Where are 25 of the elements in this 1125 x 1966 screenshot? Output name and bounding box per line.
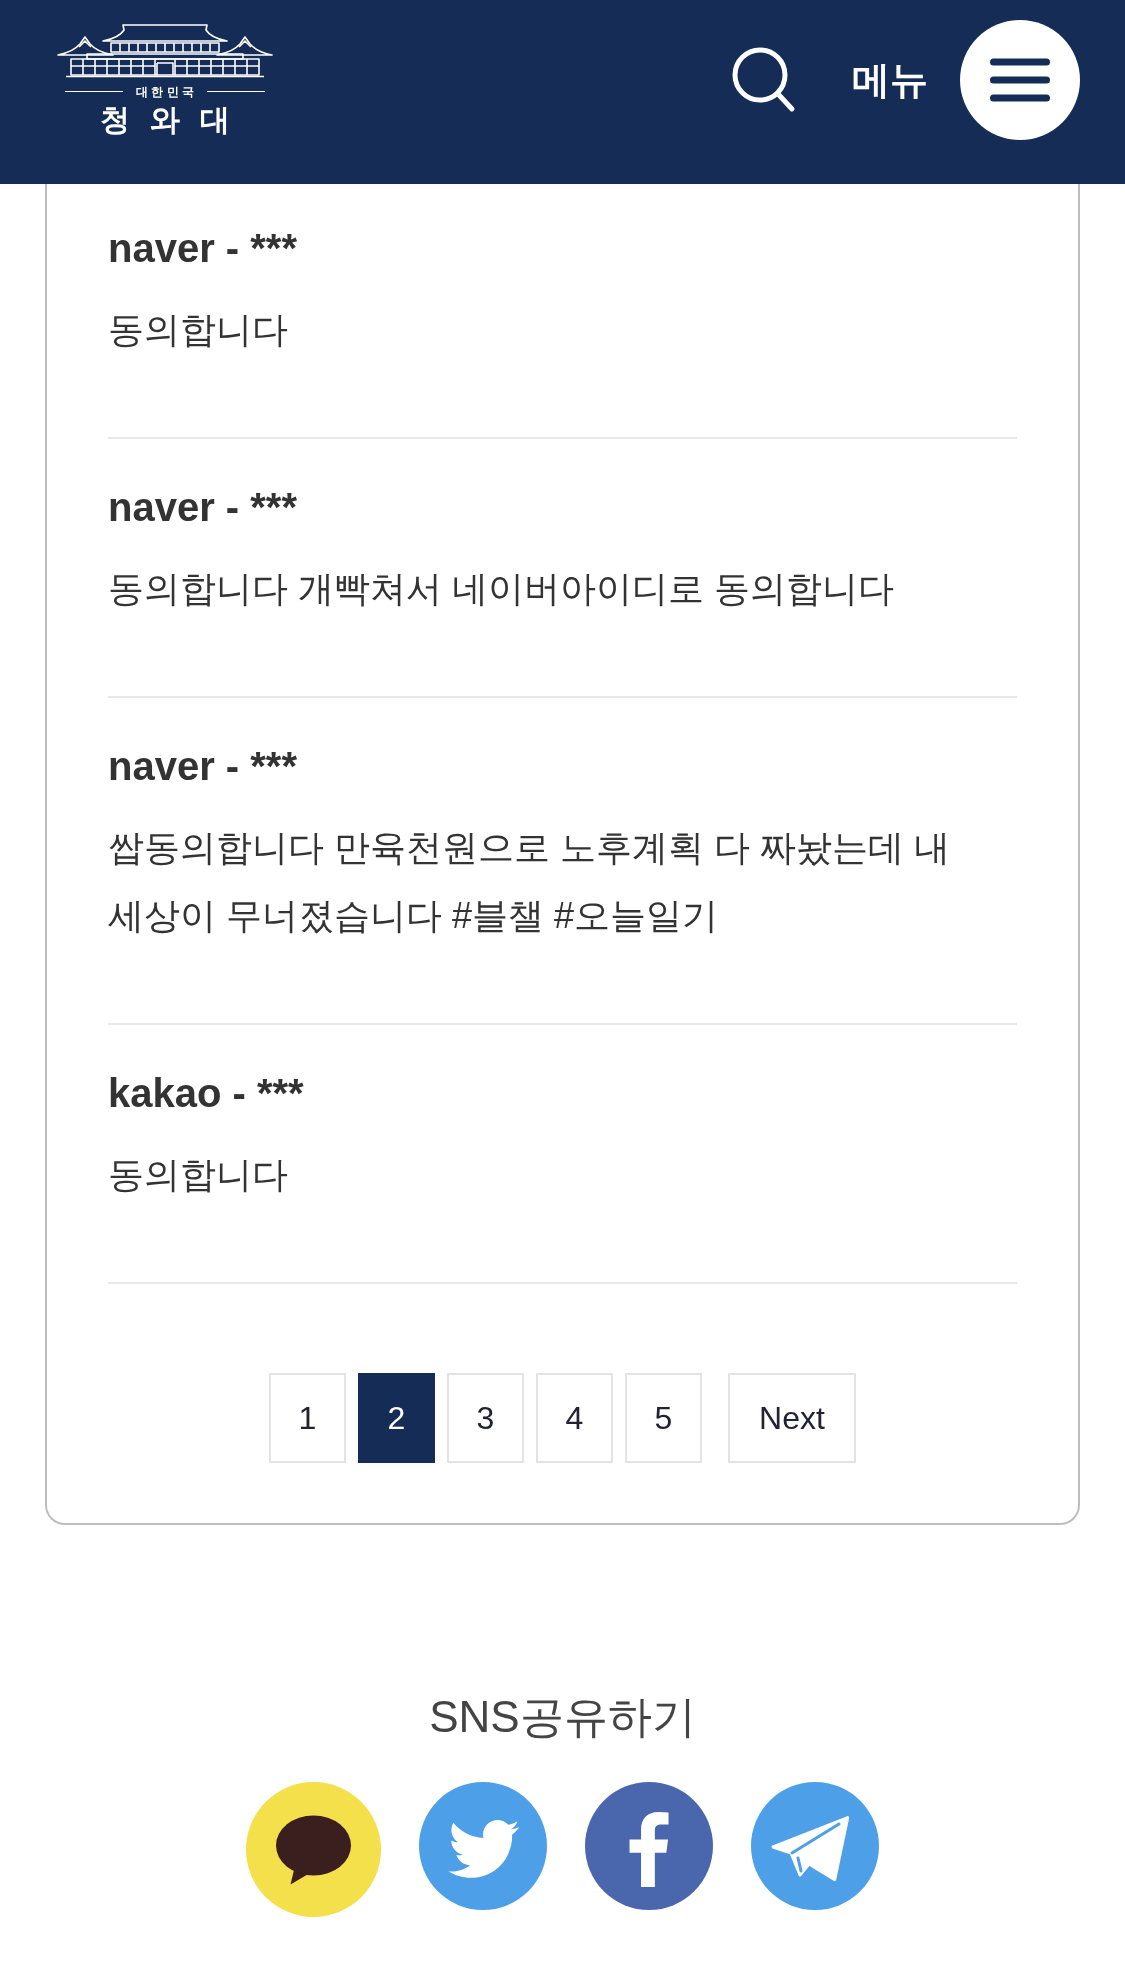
comment-text: 동의합니다 개빡쳐서 네이버아이디로 동의합니다 xyxy=(108,567,895,611)
comment-author: naver - *** xyxy=(108,743,298,790)
comment-author: kakao - *** xyxy=(108,1070,305,1117)
paper-plane-icon[interactable] xyxy=(751,1782,879,1910)
next-button[interactable]: Next xyxy=(728,1373,856,1463)
menu-label[interactable]: 메뉴 xyxy=(852,57,928,103)
comment-text: 쌉동의합니다 만육천원으로 노후계획 다 짜놨는데 내 세상이 무너졌습니다 #블챌 #오늘일기 xyxy=(108,826,951,938)
page-button[interactable]: 2 xyxy=(358,1373,435,1463)
comment-author: naver - *** xyxy=(108,484,298,531)
comment-author: naver - *** xyxy=(108,225,298,272)
logo-subtitle: 대한민국 xyxy=(134,83,198,100)
comment-text: 동의합니다 xyxy=(108,308,289,352)
page-button[interactable]: 1 xyxy=(269,1373,346,1463)
share-heading: SNS공유하기 xyxy=(429,1691,696,1743)
comment-text: 동의합니다 xyxy=(108,1153,289,1197)
letter-f-icon[interactable] xyxy=(585,1782,713,1910)
page-button[interactable]: 4 xyxy=(536,1373,613,1463)
page-button[interactable]: 5 xyxy=(625,1373,702,1463)
page-button[interactable]: 3 xyxy=(447,1373,524,1463)
menu-icon xyxy=(990,58,1050,102)
bird-icon[interactable] xyxy=(419,1782,547,1910)
search-icon[interactable] xyxy=(732,47,796,113)
speech-bubble-icon[interactable] xyxy=(246,1782,381,1917)
logo-title: 청 와 대 xyxy=(98,102,237,137)
palace-logo-drawing[interactable] xyxy=(57,23,273,78)
